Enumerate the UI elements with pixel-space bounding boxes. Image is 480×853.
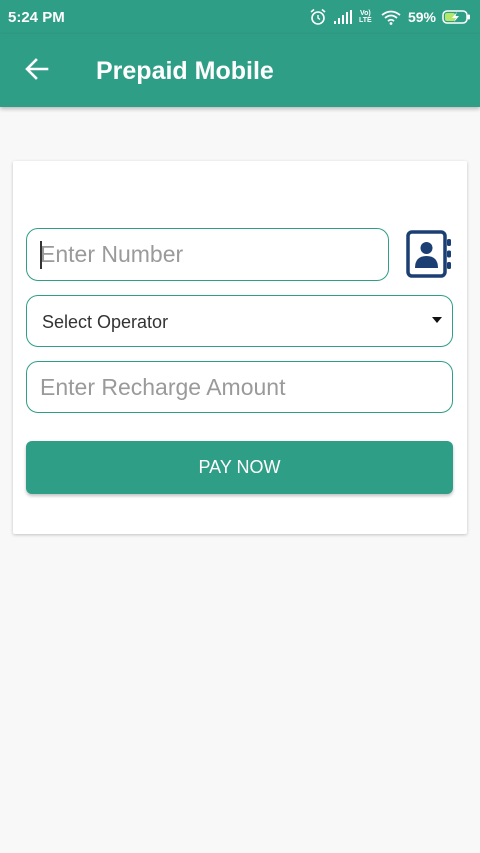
volte-icon: Vo) LTE: [359, 10, 375, 24]
dropdown-caret-icon: [432, 317, 442, 323]
recharge-form-card: Select Operator PAY NOW: [13, 161, 467, 534]
text-cursor: [40, 241, 42, 269]
battery-percent: 59%: [407, 9, 436, 25]
status-time: 5:24 PM: [8, 9, 65, 26]
app-bar: Prepaid Mobile: [0, 34, 480, 107]
contacts-button[interactable]: [405, 229, 453, 279]
recharge-amount-input[interactable]: [27, 362, 452, 412]
mobile-number-field[interactable]: [26, 228, 389, 281]
pay-now-button[interactable]: PAY NOW: [26, 441, 453, 494]
recharge-amount-field[interactable]: [26, 361, 453, 413]
contacts-book-icon: [405, 230, 453, 283]
arrow-left-icon: [25, 57, 49, 85]
operator-select[interactable]: Select Operator: [26, 295, 453, 347]
back-button[interactable]: [20, 56, 54, 86]
operator-select-value: Select Operator: [42, 312, 169, 332]
battery-charging-icon: [442, 9, 472, 25]
volte-label-bottom: LTE: [358, 17, 372, 24]
status-bar: 5:24 PM Vo) LTE 59%: [0, 0, 480, 34]
signal-icon: [333, 10, 353, 24]
wifi-icon: [381, 10, 401, 25]
mobile-number-input[interactable]: [27, 229, 388, 280]
page-title: Prepaid Mobile: [96, 57, 274, 85]
alarm-icon: [309, 8, 327, 26]
volte-label-top: Vo): [359, 10, 371, 17]
status-icons: Vo) LTE 59%: [303, 7, 472, 27]
